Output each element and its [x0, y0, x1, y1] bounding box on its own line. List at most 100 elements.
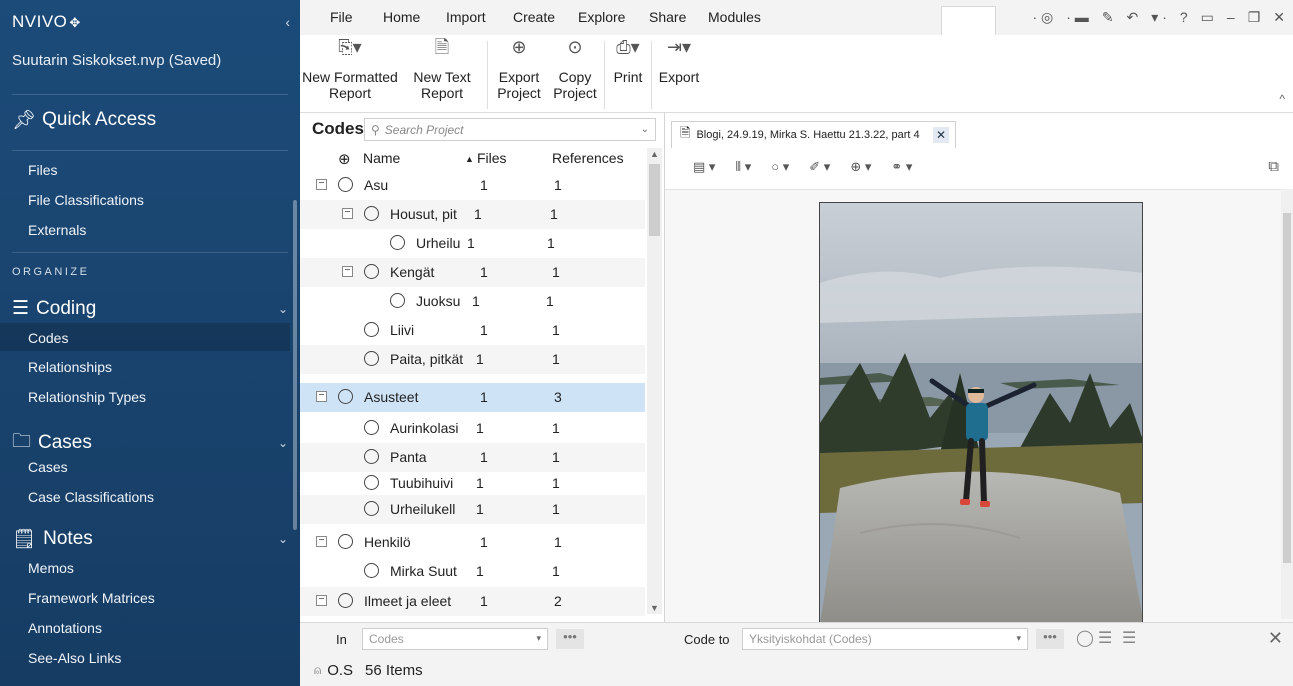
collapse-sidebar-icon[interactable]: ‹ [285, 14, 290, 30]
table-row[interactable]: Mirka Suut 1 1 [300, 557, 645, 586]
collapse-icon[interactable]: − [316, 179, 327, 190]
menu-home[interactable]: Home [383, 9, 420, 25]
close-coding-bar-icon[interactable]: ✕ [1268, 628, 1283, 649]
code-files: 1 [480, 389, 488, 405]
sidebar-item-case-classifications[interactable]: Case Classifications [28, 489, 154, 505]
feedback-icon[interactable]: ▭ [1201, 9, 1214, 26]
account-icon[interactable]: · ◎ [1032, 9, 1053, 26]
close-tab-icon[interactable]: ✕ [933, 127, 949, 143]
table-row[interactable]: − Asu 1 1 [300, 171, 645, 200]
zoom-icon[interactable]: ⊕ ▾ [850, 159, 871, 175]
table-row[interactable]: − Kengät 1 1 [300, 258, 645, 287]
code-to-browse-button[interactable]: ••• [1036, 629, 1064, 649]
table-row[interactable]: − Asusteet 1 3 [300, 383, 645, 412]
sidebar-item-memos[interactable]: Memos [28, 560, 74, 576]
export-project-button[interactable]: ⊕ Export Project [490, 38, 548, 101]
sidebar-item-files[interactable]: Files [28, 162, 58, 178]
quick-access-heading[interactable]: 📌︎ Quick Access [12, 108, 156, 132]
coding-stripes-icon[interactable]: ⦀ ▾ [735, 159, 751, 175]
scroll-down-icon[interactable]: ▼ [650, 603, 659, 613]
notes-group[interactable]: 🗒︎ Notes ⌄ [12, 527, 288, 551]
chevron-down-icon[interactable]: ⌄ [641, 124, 649, 135]
table-row[interactable]: Liivi 1 1 [300, 316, 645, 345]
code-to-select[interactable]: Yksityiskohdat (Codes) ▾ [742, 628, 1028, 650]
table-row[interactable]: − Ilmeet ja eleet 1 2 [300, 587, 645, 616]
table-row[interactable]: Paita, pitkät 1 1 [300, 345, 645, 374]
scrollbar-thumb[interactable] [1283, 213, 1291, 563]
code-name: Tuubihuivi [390, 475, 454, 491]
table-row[interactable]: Aurinkolasi 1 1 [300, 414, 645, 443]
codes-scrollbar[interactable]: ▲ ▼ [647, 148, 662, 614]
add-code-icon[interactable]: ☰ [1122, 628, 1136, 648]
in-browse-button[interactable]: ••• [556, 629, 584, 649]
sidebar-item-codes[interactable]: Codes [28, 330, 68, 346]
menu-modules[interactable]: Modules [708, 9, 761, 25]
window-controls: · ◎ · ▬ ✎ ↶ ▾ · ? ▭ – ❐ ✕ [1032, 9, 1285, 26]
code-selection-icon[interactable]: ◯ [1076, 628, 1094, 648]
sidebar-item-relationships[interactable]: Relationships [28, 359, 112, 375]
menu-create[interactable]: Create [513, 9, 555, 25]
new-formatted-report-button[interactable]: ⎘▾ New Formatted Report [302, 38, 398, 101]
sidebar-item-file-classifications[interactable]: File Classifications [28, 192, 144, 208]
link-icon[interactable]: ⚭ ▾ [891, 159, 912, 175]
collapse-icon[interactable]: − [342, 266, 353, 277]
in-select[interactable]: Codes ▾ [362, 628, 548, 650]
sidebar-scrollbar[interactable] [293, 200, 297, 530]
coding-group[interactable]: ☰ Coding ⌄ [12, 297, 288, 320]
help-icon[interactable]: ? [1180, 9, 1188, 26]
annotation-icon[interactable]: ▤ ▾ [693, 159, 715, 175]
print-button[interactable]: ⎙▾ Print [607, 38, 649, 85]
pen-icon[interactable]: ✐ ▾ [809, 159, 830, 175]
column-references[interactable]: References [552, 150, 624, 166]
edit-icon[interactable]: ✎ [1102, 9, 1114, 26]
column-files[interactable]: Files [477, 150, 507, 166]
sidebar-item-externals[interactable]: Externals [28, 222, 86, 238]
sidebar-item-annotations[interactable]: Annotations [28, 620, 102, 636]
sidebar-item-relationship-types[interactable]: Relationship Types [28, 389, 146, 405]
menu-import[interactable]: Import [446, 9, 486, 25]
cases-group[interactable]: 🗀︎ Cases ⌄ [12, 427, 288, 459]
column-name[interactable]: Name [363, 150, 400, 166]
export-button[interactable]: ⇥▾ Export [654, 38, 704, 85]
table-row[interactable]: Tuubihuivi 1 1 [300, 469, 645, 498]
table-row[interactable]: Juoksu 1 1 [300, 287, 645, 316]
minimize-icon[interactable]: – [1227, 9, 1235, 26]
add-code-icon[interactable]: ⊕ [338, 150, 351, 168]
uncode-icon[interactable]: ☰ [1098, 628, 1112, 648]
table-row[interactable]: Panta 1 1 [300, 443, 645, 472]
new-text-report-button[interactable]: 🗎︎ New Text Report [400, 38, 484, 101]
collapse-icon[interactable]: − [316, 391, 327, 402]
table-row[interactable]: Urheilukell 1 1 [300, 495, 645, 524]
document-scrollbar[interactable] [1281, 189, 1293, 619]
table-row[interactable]: Urheilu 1 1 [300, 229, 645, 258]
quick-access-dropdown-icon[interactable]: ▾ · [1151, 9, 1167, 26]
restore-icon[interactable]: ❐ [1248, 9, 1261, 26]
menu-share[interactable]: Share [649, 9, 686, 25]
table-row[interactable]: − Housut, pit 1 1 [300, 200, 645, 229]
collapse-icon[interactable]: − [316, 595, 327, 606]
table-row[interactable]: − Henkilö 1 1 [300, 528, 645, 557]
sidebar-item-see-also-links[interactable]: See-Also Links [28, 650, 121, 666]
menu-explore[interactable]: Explore [578, 9, 625, 25]
collapse-icon[interactable]: − [316, 536, 327, 547]
nvivo-logo-icon: ✥ [69, 15, 81, 30]
document-tab[interactable]: 🗎︎ Blogi, 24.9.19, Mirka S. Haettu 21.3.… [671, 121, 956, 148]
menu-file[interactable]: File [330, 9, 353, 25]
collapse-ribbon-icon[interactable]: ^ [1279, 92, 1285, 106]
close-window-icon[interactable]: ✕ [1273, 9, 1285, 26]
highlight-icon[interactable]: ○ ▾ [771, 159, 789, 175]
sidebar-item-framework-matrices[interactable]: Framework Matrices [28, 590, 155, 606]
scrollbar-thumb[interactable] [649, 164, 660, 236]
copy-project-button[interactable]: ⊙ Copy Project [548, 38, 602, 101]
collapse-icon[interactable]: − [342, 208, 353, 219]
scroll-up-icon[interactable]: ▲ [650, 149, 659, 159]
undo-icon[interactable]: ↶ [1127, 9, 1139, 26]
save-icon[interactable]: · ▬ [1066, 9, 1089, 26]
button-label: Project [553, 85, 597, 101]
status-user: ⍝ O.S 56 Items [314, 662, 423, 679]
sidebar-item-cases[interactable]: Cases [28, 459, 68, 475]
popout-window-icon[interactable]: ⧉ [1268, 158, 1279, 175]
quick-access-label: Quick Access [42, 109, 157, 130]
search-project-input[interactable]: ⚲ Search Project ⌄ [364, 118, 656, 141]
code-node-icon [338, 534, 353, 549]
